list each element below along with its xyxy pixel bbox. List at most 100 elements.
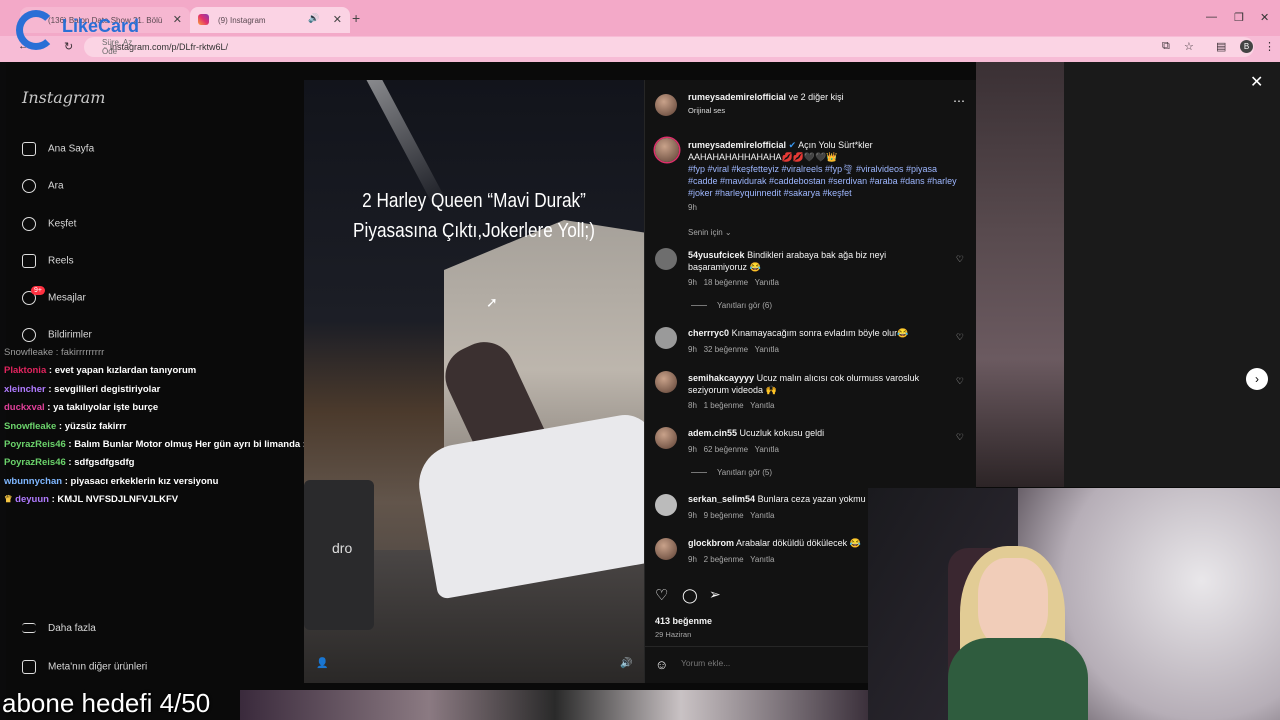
sidebar-meta-products[interactable]: Meta'nın diğer ürünleri <box>22 660 147 674</box>
chat-username: Plaktonia <box>4 365 47 377</box>
avatar[interactable] <box>655 327 677 349</box>
comment-meta: 9h 32 beğenme Yanıtla <box>688 345 779 354</box>
avatar[interactable] <box>655 427 677 449</box>
comment-sort-dropdown[interactable]: Senin için ⌄ <box>688 228 732 237</box>
avatar[interactable] <box>655 94 677 116</box>
reply-button[interactable]: Yanıtla <box>755 345 779 354</box>
comment-likes[interactable]: 1 beğenme <box>704 401 744 410</box>
more-options-icon[interactable]: ⋯ <box>953 94 965 108</box>
chat-message: PoyrazReis46 : sdfgsdfgsdfg <box>4 457 135 469</box>
comment-time: 9h <box>688 278 697 287</box>
like-comment-icon[interactable]: ♡ <box>956 332 964 343</box>
video-caption: 2 Harley Queen “Mavi Durak” Piyasasına Ç… <box>328 186 620 246</box>
reply-button[interactable]: Yanıtla <box>750 401 774 410</box>
comment-author[interactable]: 54yusufcicek <box>688 250 745 260</box>
unread-badge: 9+ <box>31 286 45 295</box>
instagram-logo[interactable]: Instagram <box>22 88 105 107</box>
tagged-user-icon[interactable]: 👤 <box>316 658 328 669</box>
comment-time: 9h <box>688 511 697 520</box>
comment-author[interactable]: cherrryc0 <box>688 328 729 338</box>
avatar[interactable] <box>655 248 677 270</box>
comment-author[interactable]: semihakcayyyy <box>688 373 754 383</box>
comment-author[interactable]: glockbrom <box>688 538 734 548</box>
post-like-count[interactable]: 413 beğenme <box>655 616 712 626</box>
comment-input[interactable] <box>681 658 831 668</box>
maximize-icon[interactable]: ❐ <box>1234 11 1244 24</box>
meta-apps-icon <box>22 660 36 674</box>
post-author-link[interactable]: rumeysademirelofficial <box>688 92 786 102</box>
sidebar-item-search[interactable]: Ara <box>22 179 64 193</box>
chat-text: piyasacı erkeklerin kız versiyonu <box>70 475 219 487</box>
chat-message: PoyrazReis46 : Balım Bunlar Motor olmuş … <box>4 439 313 451</box>
caption-author[interactable]: rumeysademirelofficial <box>688 140 786 150</box>
menu-icon[interactable]: ⋮ <box>1264 40 1275 53</box>
close-icon[interactable]: ✕ <box>1250 72 1263 92</box>
caption-hashtags[interactable]: #fyp #viral #keşfetteyiz #viralreels #fy… <box>688 163 968 199</box>
avatar[interactable] <box>655 538 677 560</box>
view-replies-button[interactable]: Yanıtları gör (5) <box>691 468 772 477</box>
chat-text: Balım Bunlar Motor olmuş Her gün ayrı bi… <box>74 439 313 451</box>
reply-button[interactable]: Yanıtla <box>750 511 774 520</box>
mouse-cursor-icon: ➚ <box>486 294 498 310</box>
cast-icon[interactable]: ⧉ <box>1162 40 1170 53</box>
comment-icon[interactable]: ◯ <box>682 587 698 604</box>
chat-text: sdfgsdfgsdfg <box>74 457 135 469</box>
chat-text: evet yapan kızlardan tanıyorum <box>54 365 197 377</box>
speaker-icon[interactable]: 🔊 <box>308 13 319 24</box>
avatar[interactable] <box>655 138 679 162</box>
reply-button[interactable]: Yanıtla <box>755 445 779 454</box>
close-tab-icon[interactable]: ✕ <box>333 13 342 26</box>
comment-time: 9h <box>688 345 697 354</box>
comment-likes[interactable]: 62 beğenme <box>704 445 748 454</box>
sidebar-item-messages[interactable]: 9+ Mesajlar <box>22 286 86 305</box>
like-comment-icon[interactable]: ♡ <box>956 376 964 387</box>
collaborators-link[interactable]: ve 2 diğer kişi <box>789 92 844 102</box>
sidebar-item-notifications[interactable]: Bildirimler <box>22 328 92 342</box>
chat-username: deyuun <box>15 494 49 506</box>
sidebar-item-label: Bildirimler <box>48 329 92 341</box>
close-tab-icon[interactable]: ✕ <box>173 13 182 26</box>
address-bar[interactable]: instagram.com/p/DLfr-rktw6L/ <box>84 37 1254 57</box>
avatar[interactable] <box>655 371 677 393</box>
sidebar-item-explore[interactable]: Keşfet <box>22 217 76 231</box>
comment-author[interactable]: serkan_selim54 <box>688 494 755 504</box>
reel-video[interactable]: dro 2 Harley Queen “Mavi Durak” Piyasası… <box>304 80 644 683</box>
extensions-icon[interactable]: ▤ <box>1216 40 1226 53</box>
avatar[interactable] <box>655 494 677 516</box>
reply-button[interactable]: Yanıtla <box>755 278 779 287</box>
window-close-icon[interactable]: ✕ <box>1260 11 1269 24</box>
instagram-favicon-icon <box>198 14 209 25</box>
audio-label[interactable]: Orijinal ses <box>688 106 725 115</box>
emoji-icon[interactable]: ☺ <box>655 657 668 672</box>
chat-username: duckxval <box>4 402 45 414</box>
divider <box>691 472 707 474</box>
comment-text: Kınamayacağım sonra evladım böyle olur😂 <box>731 328 909 338</box>
sidebar-item-reels[interactable]: Reels <box>22 254 74 268</box>
comment-likes[interactable]: 2 beğenme <box>704 555 744 564</box>
comment-meta: 9h 2 beğenme Yanıtla <box>688 555 774 564</box>
bookmark-star-icon[interactable]: ☆ <box>1184 40 1194 53</box>
next-post-button[interactable]: › <box>1246 368 1268 390</box>
sidebar-more[interactable]: Daha fazla <box>22 623 96 634</box>
chat-message: Snowfleake : yüzsüz fakirrr <box>4 420 127 432</box>
volume-icon[interactable]: 🔊 <box>620 658 632 669</box>
tab-bar: (136) Balon Date Show 21. Bölü ✕ (9) Ins… <box>0 0 1280 36</box>
like-post-icon[interactable]: ♡ <box>655 586 668 604</box>
reply-button[interactable]: Yanıtla <box>750 555 774 564</box>
new-tab-button[interactable]: + <box>352 10 360 26</box>
comment-likes[interactable]: 9 beğenme <box>704 511 744 520</box>
comment-author[interactable]: adem.cin55 <box>688 428 737 438</box>
sidebar-item-home[interactable]: Ana Sayfa <box>22 142 94 156</box>
tab-instagram[interactable]: (9) Instagram ✕ 🔊 <box>190 7 350 33</box>
view-replies-button[interactable]: Yanıtları gör (6) <box>691 301 772 310</box>
profile-avatar[interactable]: B <box>1240 40 1253 53</box>
comment-meta: 8h 1 beğenme Yanıtla <box>688 401 774 410</box>
minimize-icon[interactable]: — <box>1206 11 1217 23</box>
chat-message: xleincher : sevgilileri degistiriyolar <box>4 383 161 395</box>
like-comment-icon[interactable]: ♡ <box>956 432 964 443</box>
comment-likes[interactable]: 32 beğenme <box>704 345 748 354</box>
comment-likes[interactable]: 18 beğenme <box>704 278 748 287</box>
chat-username: wbunnychan <box>4 475 63 487</box>
like-comment-icon[interactable]: ♡ <box>956 254 964 265</box>
share-icon[interactable]: ➢ <box>709 586 721 603</box>
